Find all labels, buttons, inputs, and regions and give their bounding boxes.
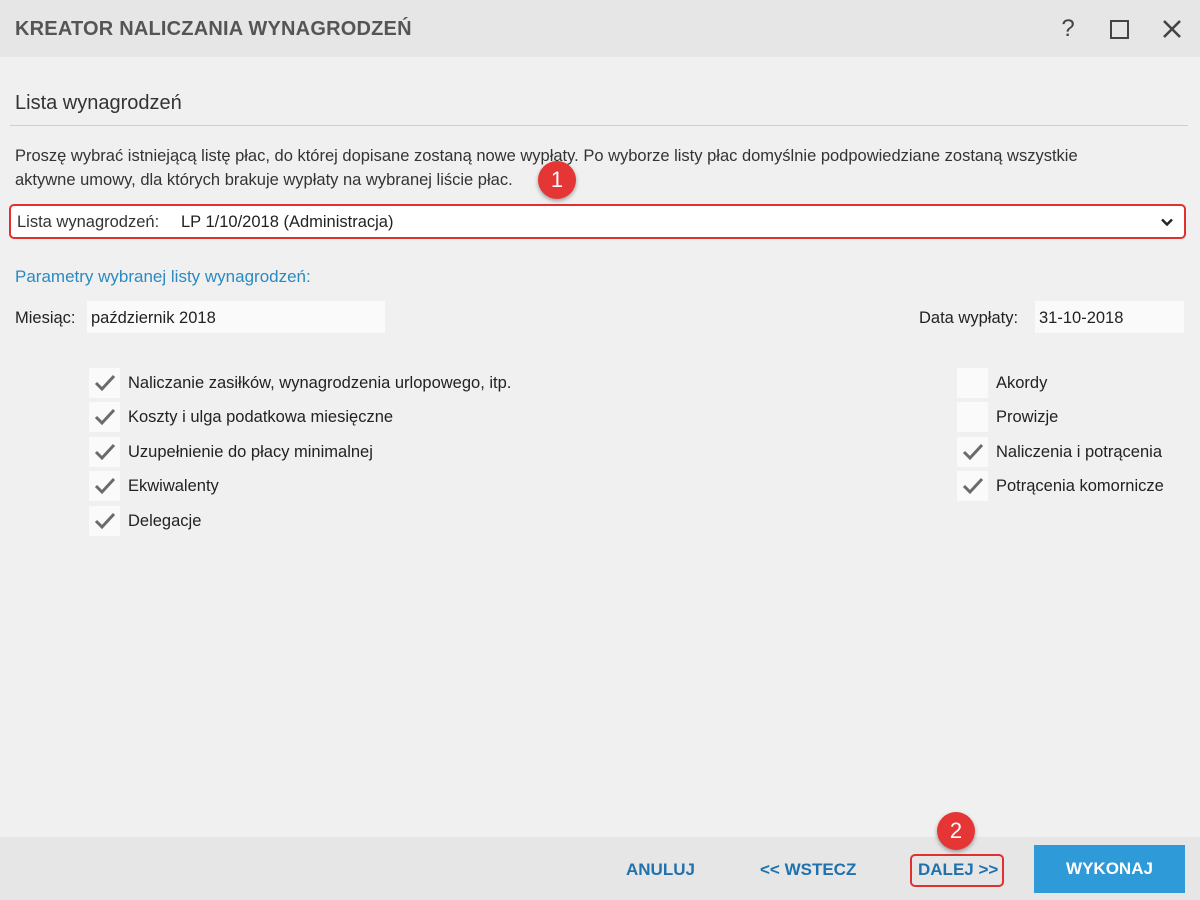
month-value: październik 2018 <box>87 301 385 333</box>
check-icon <box>94 408 115 426</box>
step-marker-2: 2 <box>937 812 975 850</box>
window-title: KREATOR NALICZANIA WYNAGRODZEŃ <box>15 18 412 40</box>
option-label: Akordy <box>996 373 1048 392</box>
option-label: Prowizje <box>996 407 1059 426</box>
maximize-button[interactable] <box>1100 10 1138 48</box>
help-button[interactable]: ? <box>1049 10 1087 48</box>
checkbox[interactable] <box>957 368 988 398</box>
option-label: Naliczanie zasiłków, wynagrodzenia urlop… <box>128 373 512 392</box>
option-label: Koszty i ulga podatkowa miesięczne <box>128 407 394 426</box>
option-prowizje[interactable]: Prowizje <box>957 402 1058 432</box>
payday-value: 31-10-2018 <box>1035 301 1184 333</box>
checkbox[interactable] <box>957 471 988 501</box>
option-akordy[interactable]: Akordy <box>957 368 1047 398</box>
payday-label: Data wypłaty: <box>919 309 1019 327</box>
close-icon <box>1163 20 1181 38</box>
check-icon <box>962 443 983 461</box>
option-label: Uzupełnienie do płacy minimalnej <box>128 442 373 461</box>
checkbox[interactable] <box>89 437 120 467</box>
help-icon: ? <box>1061 15 1075 42</box>
maximize-icon <box>1109 19 1129 39</box>
option-naliczenia-potracenia[interactable]: Naliczenia i potrącenia <box>957 437 1162 467</box>
checkbox[interactable] <box>957 437 988 467</box>
title-bar: KREATOR NALICZANIA WYNAGRODZEŃ ? <box>0 0 1200 57</box>
check-icon <box>94 374 115 392</box>
payroll-list-select[interactable]: Lista wynagrodzeń: LP 1/10/2018 (Adminis… <box>9 204 1186 239</box>
close-button[interactable] <box>1153 10 1191 48</box>
option-uzupelnienie[interactable]: Uzupełnienie do płacy minimalnej <box>89 437 373 467</box>
month-label: Miesiąc: <box>15 309 76 327</box>
description-line-2: aktywne umowy, dla których brakuje wypła… <box>15 171 513 189</box>
chevron-down-icon[interactable] <box>1160 215 1174 229</box>
params-title: Parametry wybranej listy wynagrodzeń: <box>15 267 311 286</box>
section-description: Proszę wybrać istniejącą listę płac, do … <box>15 144 1185 192</box>
check-icon <box>94 443 115 461</box>
check-icon <box>94 477 115 495</box>
cancel-button[interactable]: ANULUJ <box>626 860 695 880</box>
payroll-list-value[interactable]: LP 1/10/2018 (Administracja) <box>181 213 393 232</box>
option-label: Ekwiwalenty <box>128 476 219 495</box>
footer-bar <box>0 837 1200 900</box>
payroll-list-label: Lista wynagrodzeń: <box>17 213 160 231</box>
option-delegacje[interactable]: Delegacje <box>89 506 201 536</box>
option-label: Delegacje <box>128 511 202 530</box>
option-naliczanie-zasilkow[interactable]: Naliczanie zasiłków, wynagrodzenia urlop… <box>89 368 511 398</box>
option-label: Naliczenia i potrącenia <box>996 442 1163 461</box>
description-line-1: Proszę wybrać istniejącą listę płac, do … <box>15 147 1078 165</box>
option-ekwiwalenty[interactable]: Ekwiwalenty <box>89 471 219 501</box>
checkbox[interactable] <box>89 402 120 432</box>
option-label: Potrącenia komornicze <box>996 476 1164 495</box>
checkbox[interactable] <box>957 402 988 432</box>
check-icon <box>962 477 983 495</box>
checkbox[interactable] <box>89 471 120 501</box>
check-icon <box>94 512 115 530</box>
checkbox[interactable] <box>89 506 120 536</box>
option-koszty-ulga[interactable]: Koszty i ulga podatkowa miesięczne <box>89 402 393 432</box>
next-button[interactable]: DALEJ >> <box>918 860 998 880</box>
section-divider <box>10 125 1188 126</box>
option-potracenia-komornicze[interactable]: Potrącenia komornicze <box>957 471 1164 501</box>
back-button[interactable]: << WSTECZ <box>760 860 856 880</box>
step-marker-1: 1 <box>538 161 576 199</box>
execute-button[interactable]: WYKONAJ <box>1034 845 1185 893</box>
checkbox[interactable] <box>89 368 120 398</box>
section-title: Lista wynagrodzeń <box>15 92 182 114</box>
